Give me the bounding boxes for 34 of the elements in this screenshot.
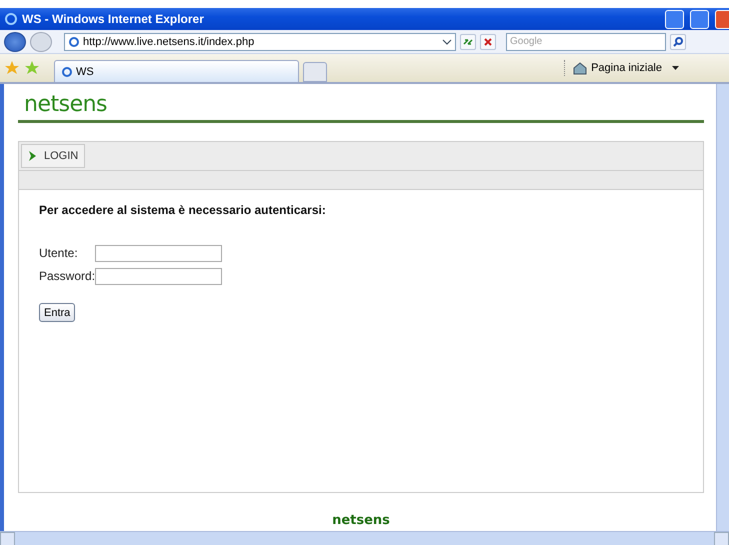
chevron-icon bbox=[28, 150, 38, 162]
vertical-scrollbar[interactable] bbox=[716, 84, 729, 534]
footer-logo: netsens bbox=[332, 513, 390, 528]
refresh-button[interactable] bbox=[460, 34, 476, 50]
page-icon bbox=[68, 36, 80, 48]
minimize-button[interactable] bbox=[665, 10, 684, 28]
field-label: Password: bbox=[39, 269, 95, 283]
window-title: WS - Windows Internet Explorer bbox=[22, 12, 205, 26]
submit-button[interactable]: Entra bbox=[39, 303, 76, 322]
page-icon bbox=[61, 66, 73, 78]
home-button[interactable]: Pagina iniziale bbox=[564, 60, 685, 76]
refresh-icon bbox=[462, 36, 474, 46]
back-button[interactable] bbox=[4, 32, 26, 52]
search-icon bbox=[672, 36, 684, 48]
field-label: Utente: bbox=[39, 246, 79, 260]
input-field[interactable] bbox=[95, 268, 222, 284]
close-button[interactable] bbox=[715, 10, 729, 28]
login-menu-button[interactable]: LOGIN bbox=[21, 144, 86, 168]
browser-icon bbox=[4, 12, 18, 26]
address-field[interactable]: http://www.live.netsens.it/index.php bbox=[64, 32, 456, 50]
star-icon[interactable] bbox=[4, 60, 20, 76]
netsens-logo: netsens bbox=[24, 92, 108, 119]
search-field[interactable]: Google bbox=[506, 32, 666, 50]
horizontal-scrollbar[interactable] bbox=[0, 531, 729, 545]
close-icon bbox=[483, 36, 493, 46]
login-heading: Per accedere al sistema è necessario autenticarsi: bbox=[39, 203, 327, 217]
maximize-button[interactable] bbox=[690, 10, 709, 28]
stop-button[interactable] bbox=[480, 34, 496, 50]
home-icon bbox=[573, 61, 588, 75]
input-field[interactable] bbox=[95, 244, 222, 262]
browser-tab[interactable]: WS bbox=[54, 60, 299, 82]
caret-icon bbox=[672, 66, 679, 70]
dropdown-icon[interactable] bbox=[442, 38, 452, 46]
search-button[interactable] bbox=[670, 34, 686, 50]
